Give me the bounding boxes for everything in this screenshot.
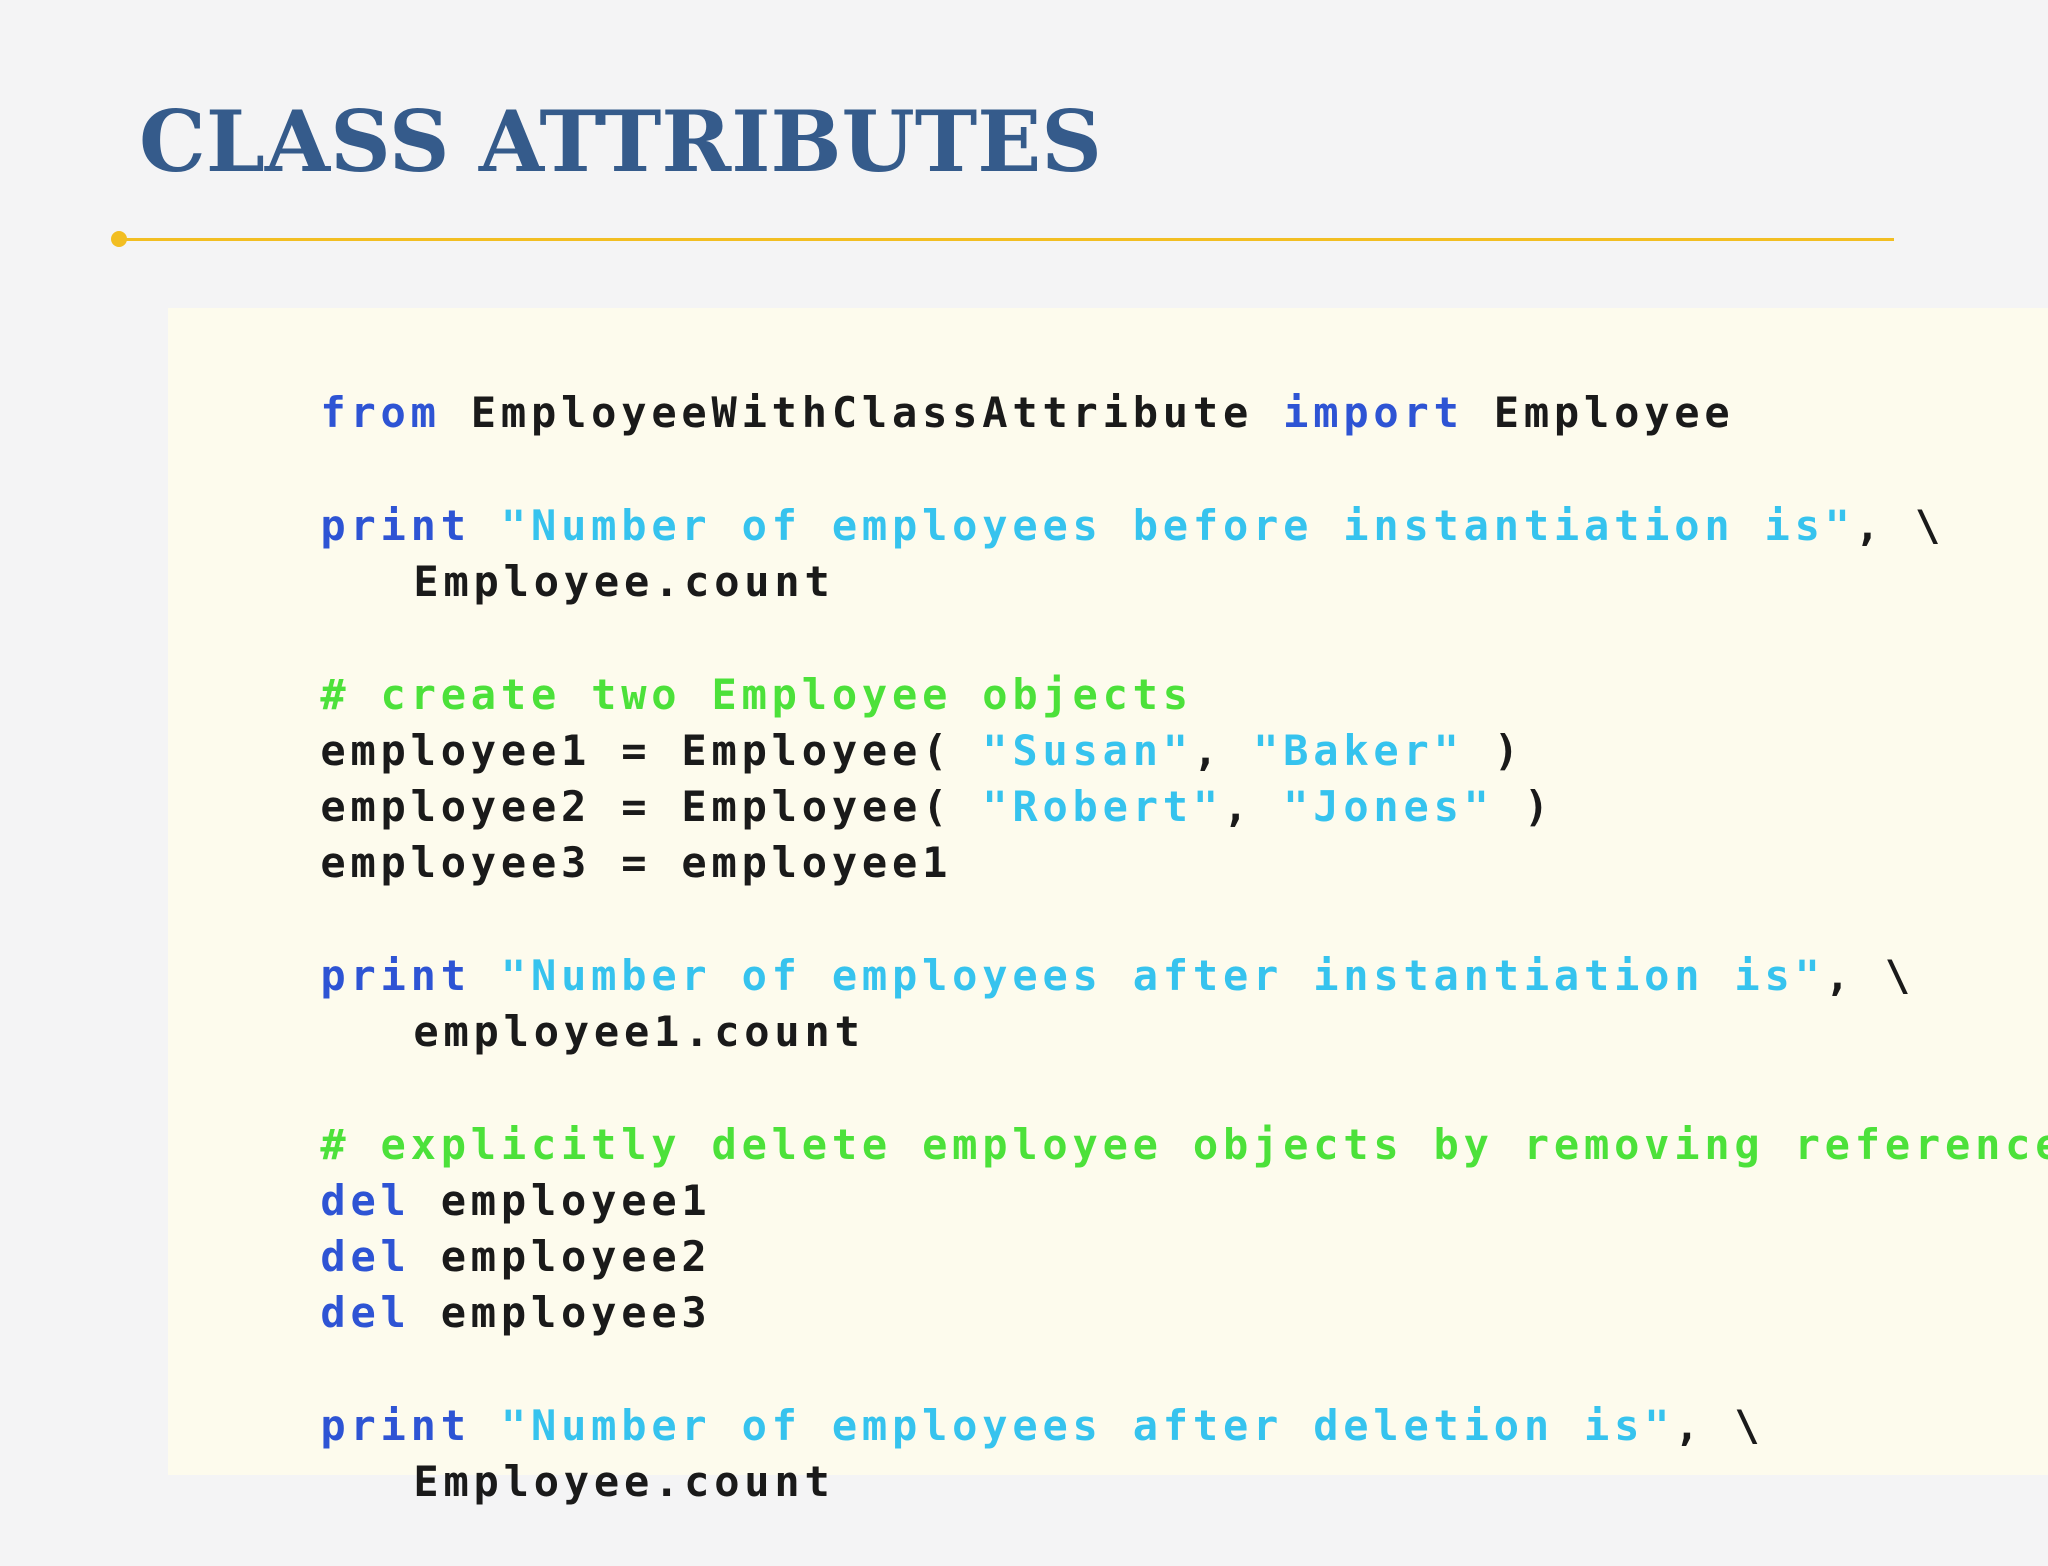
keyword-token: from <box>320 388 441 437</box>
code-token: ) <box>1493 782 1554 831</box>
code-token: Employee.count <box>413 557 835 606</box>
code-token: , <box>1222 782 1284 831</box>
code-token: Employee.count <box>413 1457 835 1506</box>
code-line-employee1: employee1 = Employee( "Susan", "Baker" ) <box>200 667 1524 775</box>
code-token: , \ <box>1674 1401 1765 1450</box>
code-token: employee3 <box>410 1288 712 1337</box>
code-line-del-employee3: del employee3 <box>200 1229 712 1337</box>
code-line-print-after-deletion: print "Number of employees after deletio… <box>200 1342 1765 1450</box>
code-token: employee1.count <box>413 1007 865 1056</box>
code-token: , \ <box>1854 501 1946 550</box>
string-token: "Robert" <box>982 782 1223 831</box>
code-line-continuation: Employee.count <box>200 498 835 606</box>
code-line-del-employee2: del employee2 <box>200 1173 712 1281</box>
code-line-comment: # create two Employee objects <box>200 611 1193 719</box>
code-line-employee2: employee2 = Employee( "Robert", "Jones" … <box>200 723 1554 831</box>
code-panel: from EmployeeWithClassAttribute import E… <box>168 308 2048 1506</box>
code-line-continuation: Employee.count <box>200 1398 835 1506</box>
code-line-print-before: print "Number of employees before instan… <box>200 442 1945 550</box>
string-token: "Jones" <box>1283 782 1494 831</box>
code-line-del-employee1: del employee1 <box>200 1117 712 1225</box>
title-divider <box>118 238 1894 241</box>
code-line-print-after-instantiation: print "Number of employees after instant… <box>200 892 1915 1000</box>
code-token: , \ <box>1824 951 1915 1000</box>
code-token: EmployeeWithClassAttribute <box>440 388 1284 437</box>
code-line-employee3: employee3 = employee1 <box>200 779 952 887</box>
code-line-comment: # explicitly delete employee objects by … <box>200 1061 2048 1169</box>
keyword-token: del <box>320 1288 411 1337</box>
code-token: Employee <box>1463 388 1735 437</box>
keyword-token: import <box>1283 388 1464 437</box>
code-token: employee3 = employee1 <box>320 838 953 887</box>
slide-title: CLASS ATTRIBUTES <box>139 92 1102 191</box>
code-line-import: from EmployeeWithClassAttribute import E… <box>200 329 1734 437</box>
code-line-continuation: employee1.count <box>200 948 865 1056</box>
